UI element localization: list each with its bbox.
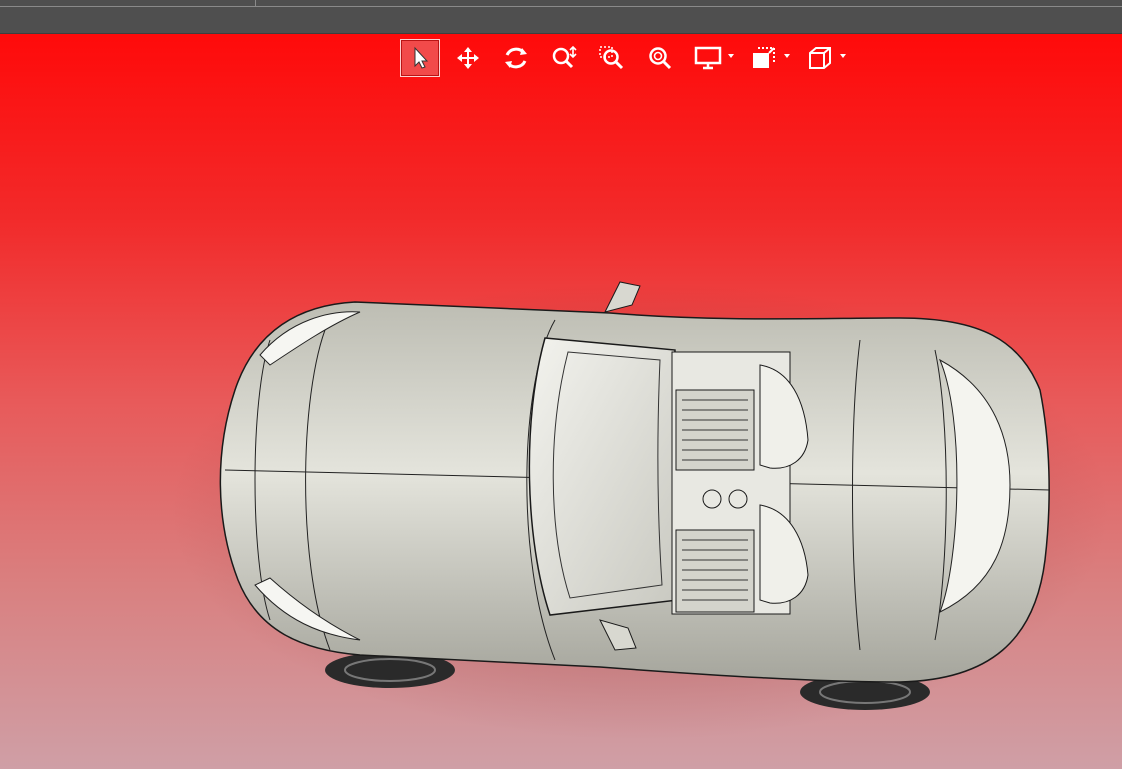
- display-mode-icon: [694, 46, 722, 70]
- zoom-area-icon: [599, 46, 624, 70]
- view-orientation-dropdown[interactable]: [744, 39, 792, 77]
- standard-views-dropdown[interactable]: [800, 39, 848, 77]
- tab-strip: [0, 0, 1122, 7]
- display-mode-dropdown[interactable]: [688, 39, 736, 77]
- 3d-viewport[interactable]: [0, 34, 1122, 769]
- standard-views-cube-icon: [809, 47, 831, 69]
- zoom-area-button[interactable]: [592, 39, 632, 77]
- pan-tool-button[interactable]: [448, 39, 488, 77]
- tab-separator: [255, 0, 256, 6]
- chevron-down-icon: [840, 54, 846, 58]
- top-chrome-bar: [0, 0, 1122, 34]
- rotate-tool-button[interactable]: [496, 39, 536, 77]
- select-tool-button[interactable]: [400, 39, 440, 77]
- view-toolbar: [400, 38, 856, 78]
- zoom-fit-icon: [649, 47, 672, 70]
- cockpit: [671, 351, 809, 615]
- view-orientation-icon: [753, 47, 775, 68]
- zoom-in-out-button[interactable]: [544, 39, 584, 77]
- car-model[interactable]: [0, 34, 1122, 769]
- chevron-down-icon: [728, 54, 734, 58]
- zoom-fit-button[interactable]: [640, 39, 680, 77]
- pan-move-icon: [457, 47, 479, 69]
- rotate-icon: [505, 47, 527, 69]
- windshield: [528, 337, 679, 616]
- select-arrow-icon: [414, 46, 429, 69]
- chevron-down-icon: [784, 54, 790, 58]
- zoom-in-out-icon: [552, 45, 577, 69]
